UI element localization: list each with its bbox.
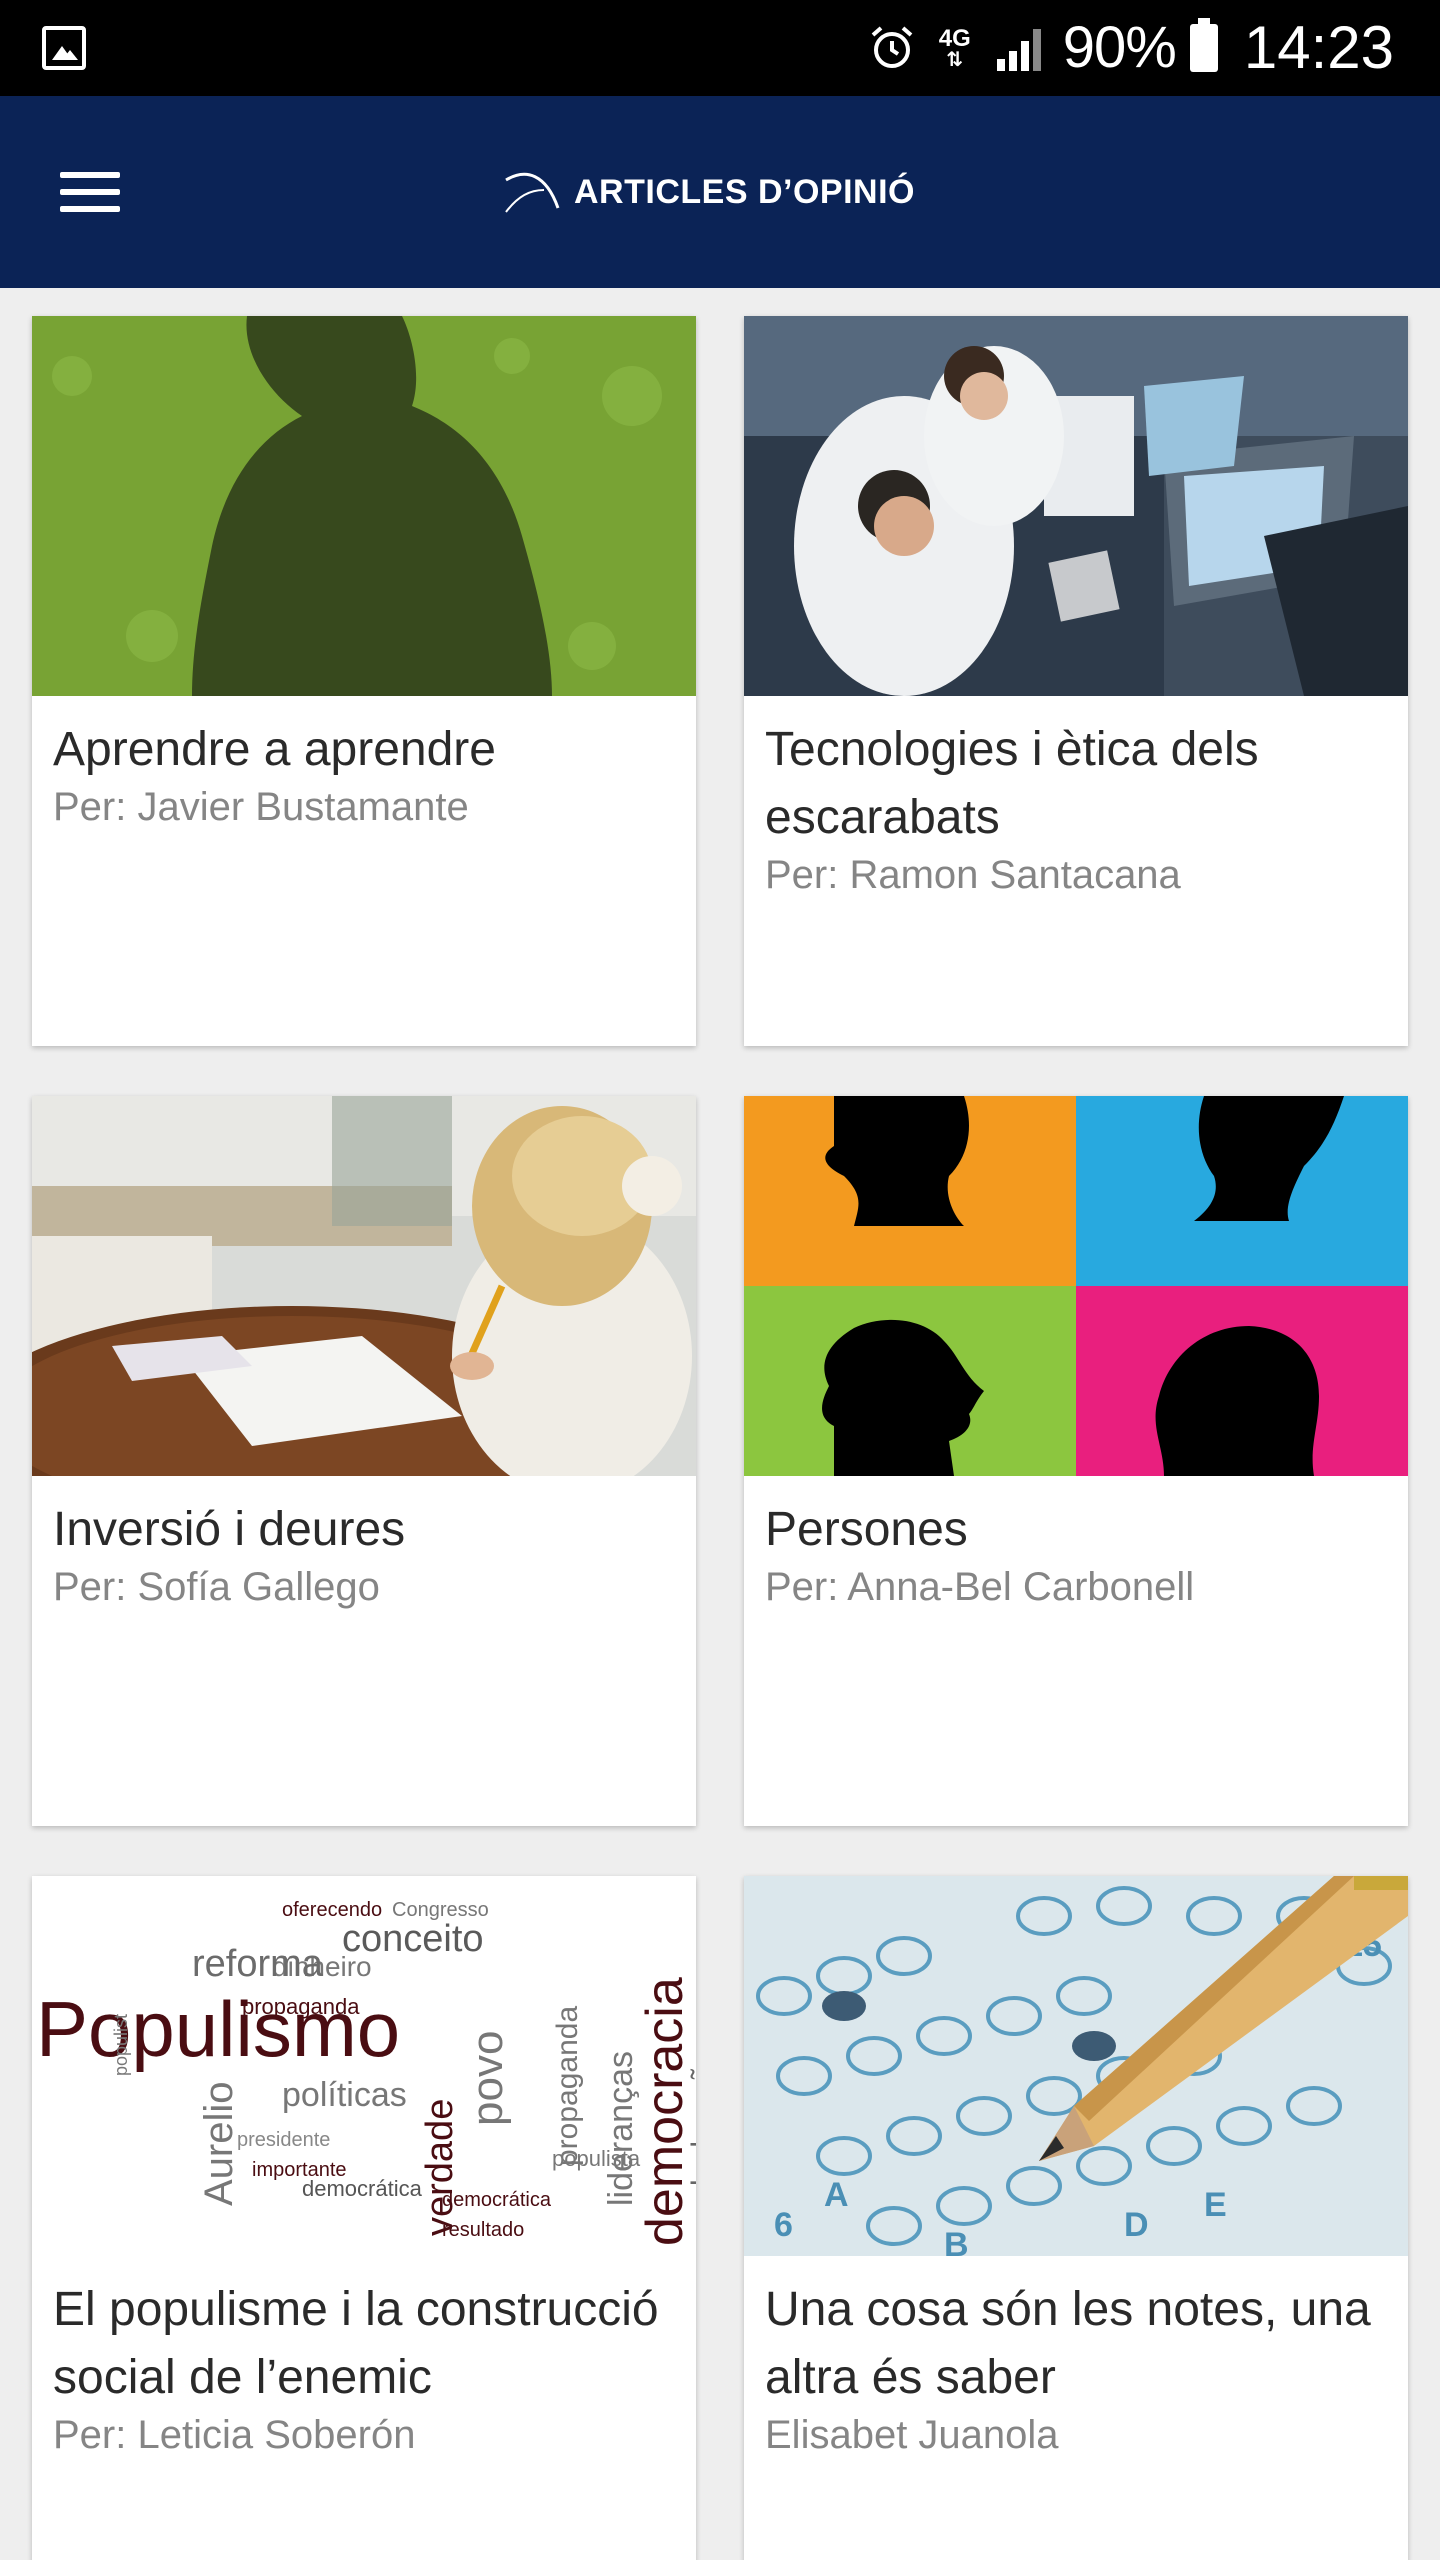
svg-text:populist: populist	[111, 2014, 131, 2076]
article-thumbnail-girl-doing-homework	[32, 1096, 696, 1476]
article-author: Elisabet Juanola	[765, 2413, 1059, 2457]
article-title: El populisme i la construcció social de …	[53, 2283, 659, 2404]
article-card[interactable]: Populismo conceito dinheiro reforma ofer…	[32, 1876, 696, 2560]
article-author: Per: Sofía Gallego	[53, 1565, 380, 1609]
alarm-icon	[871, 26, 913, 68]
svg-text:políticas: políticas	[282, 2076, 407, 2114]
svg-text:presidente: presidente	[237, 2129, 330, 2151]
article-author: Per: Leticia Soberón	[53, 2413, 416, 2457]
status-bar: 4G ⇅ 90% 14:23	[0, 0, 1440, 96]
svg-text:E: E	[1204, 2186, 1227, 2224]
svg-text:propaganda: propaganda	[242, 1994, 360, 2019]
svg-text:6: 6	[774, 2206, 793, 2244]
article-card[interactable]: Inversió i deures Per: Sofía Gallego	[32, 1096, 696, 1826]
network-type-label: 4G ⇅	[938, 25, 971, 71]
article-thumbnail-shadow-on-grass	[32, 316, 696, 696]
svg-text:democrática: democrática	[302, 2176, 423, 2201]
gallery-notification-icon	[42, 26, 86, 70]
svg-text:propaganda: propaganda	[551, 2006, 584, 2166]
swoosh-logo-icon	[505, 172, 560, 213]
article-title: Persones	[765, 1503, 968, 1556]
signal-strength-icon	[996, 29, 1041, 71]
svg-text:A: A	[824, 2176, 849, 2214]
article-thumbnail-scientists-at-computers	[744, 316, 1408, 696]
article-card[interactable]: Tecnologies i ètica dels escarabats Per:…	[744, 316, 1408, 1046]
article-thumbnail-pencil-on-answer-sheet: 6 A B D E 15 A	[744, 1876, 1408, 2256]
article-title: Una cosa són les notes, una altra és sab…	[765, 2283, 1371, 2404]
svg-text:povo: povo	[463, 2031, 512, 2126]
article-title: Aprendre a aprendre	[53, 723, 496, 776]
article-card[interactable]: 6 A B D E 15 A Una cosa són les notes, u…	[744, 1876, 1408, 2560]
svg-text:D: D	[1124, 2206, 1149, 2244]
article-author: Per: Javier Bustamante	[53, 785, 469, 829]
svg-text:lideranças: lideranças	[602, 2051, 640, 2206]
article-author: Per: Ramon Santacana	[765, 853, 1181, 897]
svg-text:B: B	[944, 2226, 969, 2256]
article-card[interactable]: Aprendre a aprendre Per: Javier Bustaman…	[32, 316, 696, 1046]
app-title: ARTICLES D’OPINIÓ	[574, 172, 915, 211]
clock: 14:23	[1243, 14, 1394, 81]
article-thumbnail-populismo-word-cloud: Populismo conceito dinheiro reforma ofer…	[32, 1876, 696, 2256]
article-author: Per: Anna-Bel Carbonell	[765, 1565, 1195, 1609]
svg-text:Aurelio: Aurelio	[197, 2081, 241, 2206]
article-card[interactable]: Persones Per: Anna-Bel Carbonell	[744, 1096, 1408, 1826]
hamburger-menu-button[interactable]	[48, 154, 134, 230]
app-bar: ARTICLES D’OPINIÓ	[0, 96, 1440, 288]
app-brand: ARTICLES D’OPINIÓ	[500, 160, 915, 224]
status-indicators: 4G ⇅ 90% 14:23	[869, 0, 1394, 96]
svg-text:declaração: declaração	[686, 2049, 696, 2196]
battery-icon	[1189, 18, 1218, 72]
article-thumbnail-four-color-silhouettes	[744, 1096, 1408, 1476]
battery-percentage: 90%	[1062, 15, 1177, 80]
svg-text:Congresso: Congresso	[392, 1899, 489, 1921]
svg-text:oferecendo: oferecendo	[282, 1899, 382, 1921]
article-title: Inversió i deures	[53, 1503, 406, 1556]
svg-text:verdade: verdade	[419, 2099, 461, 2236]
article-title: Tecnologies i ètica dels escarabats	[765, 723, 1259, 844]
svg-text:reforma: reforma	[192, 1943, 324, 1985]
